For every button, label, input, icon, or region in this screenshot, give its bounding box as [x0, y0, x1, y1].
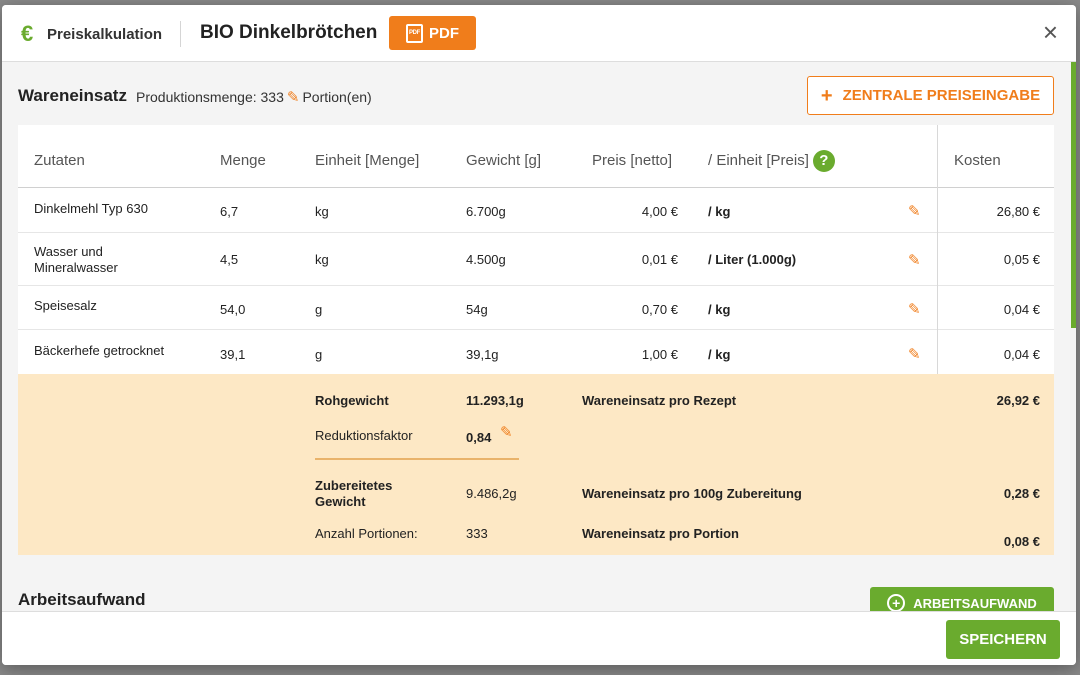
arbeitsaufwand-title: Arbeitsaufwand	[18, 590, 146, 609]
ingredients-table: Zutaten Menge Einheit [Menge] Gewicht [g…	[18, 125, 1054, 374]
add-arbeitsaufwand-button[interactable]: + ARBEITSAUFWAND	[870, 587, 1054, 611]
pdf-button-label: PDF	[429, 24, 459, 42]
col-header-preis: Preis [netto]	[592, 152, 673, 169]
col-header-zutaten: Zutaten	[34, 152, 85, 169]
zubereitet-value: 9.486,2g	[466, 486, 517, 501]
add-arbeitsaufwand-label: ARBEITSAUFWAND	[913, 595, 1037, 611]
we-portion-value: 0,08 €	[1003, 534, 1040, 549]
col-header-gewicht: Gewicht [g]	[466, 152, 542, 169]
modal-body[interactable]: Wareneinsatz Produktionsmenge: 333 ✎ Por…	[2, 62, 1076, 611]
col-header-einheit-preis-label: / Einheit [Preis]	[708, 151, 809, 169]
ingredient-gewicht: 54g	[466, 302, 488, 317]
ingredient-menge: 39,1	[220, 347, 246, 362]
ingredient-name: Bäckerhefe getrocknet	[34, 343, 165, 358]
we-100g-label: Wareneinsatz pro 100g Zubereitung	[582, 486, 802, 501]
edit-pencil-icon[interactable]: ✎	[908, 300, 921, 318]
scrollbar-thumb[interactable]	[1071, 62, 1076, 328]
ingredient-einheit: g	[315, 302, 323, 317]
we-rezept-label: Wareneinsatz pro Rezept	[582, 393, 737, 408]
zubereitet-label: Zubereitetes Gewicht	[315, 478, 393, 509]
recipe-name: BIO Dinkelbrötchen	[200, 22, 378, 43]
ingredient-einheit-preis: / kg	[708, 302, 731, 317]
ingredient-einheit-preis: / Liter (1.000g)	[708, 252, 797, 267]
ingredient-name: Wasser und Mineralwasser	[34, 244, 118, 275]
we-rezept-value: 26,92 €	[996, 393, 1040, 408]
col-header-einheit-preis: / Einheit [Preis]?	[708, 150, 835, 172]
we-100g-value: 0,28 €	[1003, 486, 1040, 501]
portionen-value: 333	[466, 526, 488, 541]
ingredient-kosten: 0,04 €	[1003, 302, 1040, 317]
ingredient-gewicht: 6.700g	[466, 204, 506, 219]
help-icon[interactable]: ?	[812, 150, 835, 172]
ingredient-menge: 54,0	[220, 302, 246, 317]
pdf-file-icon: PDF	[406, 23, 423, 43]
edit-pencil-icon[interactable]: ✎	[500, 425, 513, 440]
ingredient-name: Dinkelmehl Typ 630	[34, 201, 148, 216]
plus-circle-icon: +	[887, 594, 906, 611]
central-price-entry-label: ZENTRALE PREISEINGABE	[842, 87, 1041, 104]
price-calculation-modal: € Preiskalkulation BIO Dinkelbrötchen PD…	[2, 5, 1076, 665]
ingredient-preis: 1,00 €	[641, 347, 678, 362]
ingredient-name: Speisesalz	[34, 298, 97, 313]
ingredient-gewicht: 39,1g	[466, 347, 499, 362]
ingredient-menge: 6,7	[220, 204, 239, 219]
reduktion-value: 0,84	[466, 430, 492, 445]
ingredient-preis: 0,01 €	[641, 252, 678, 267]
plus-icon: +	[820, 84, 833, 107]
ingredient-gewicht: 4.500g	[466, 252, 506, 267]
edit-pencil-icon[interactable]: ✎	[287, 90, 300, 105]
col-header-menge: Menge	[220, 152, 266, 169]
pdf-button[interactable]: PDF PDF	[389, 16, 476, 50]
modal-footer: SPEICHERN	[2, 611, 1076, 665]
modal-header: € Preiskalkulation BIO Dinkelbrötchen PD…	[2, 5, 1076, 62]
production-unit: Portion(en)	[302, 89, 372, 105]
ingredient-kosten: 26,80 €	[996, 204, 1040, 219]
reduktion-label: Reduktionsfaktor	[315, 428, 413, 443]
ingredient-einheit: kg	[315, 252, 329, 267]
central-price-entry-button[interactable]: + ZENTRALE PREISEINGABE	[807, 76, 1054, 115]
wareneinsatz-title: Wareneinsatz	[18, 86, 127, 105]
ingredient-einheit-preis: / kg	[708, 204, 731, 219]
production-quantity: Produktionsmenge: 333 ✎ Portion(en)	[136, 89, 372, 105]
we-portion-label: Wareneinsatz pro Portion	[582, 526, 739, 541]
col-header-einheit: Einheit [Menge]	[315, 152, 420, 169]
ingredient-kosten: 0,04 €	[1003, 347, 1040, 362]
edit-pencil-icon[interactable]: ✎	[908, 202, 921, 220]
ingredient-einheit: kg	[315, 204, 329, 219]
euro-icon: €	[21, 21, 34, 46]
ingredient-einheit: g	[315, 347, 323, 362]
edit-pencil-icon[interactable]: ✎	[908, 251, 921, 269]
col-header-kosten: Kosten	[954, 152, 1001, 169]
header-divider	[180, 21, 181, 47]
table-row: Wasser und Mineralwasser 4,5 kg 4.500g 0…	[18, 233, 1054, 286]
save-button[interactable]: SPEICHERN	[946, 620, 1060, 659]
table-row: Dinkelmehl Typ 630 6,7 kg 6.700g 4,00 € …	[18, 188, 1054, 233]
rohgewicht-value: 11.293,1g	[466, 393, 524, 408]
ingredient-preis: 4,00 €	[641, 204, 678, 219]
summary-panel: Rohgewicht 11.293,1g Wareneinsatz pro Re…	[18, 374, 1054, 555]
ingredient-kosten: 0,05 €	[1003, 252, 1040, 267]
ingredient-menge: 4,5	[220, 252, 239, 267]
section-title: Preiskalkulation	[47, 26, 163, 43]
table-row: Speisesalz 54,0 g 54g 0,70 € / kg ✎ 0,04…	[18, 286, 1054, 330]
table-row: Bäckerhefe getrocknet 39,1 g 39,1g 1,00 …	[18, 330, 1054, 374]
summary-divider	[315, 458, 519, 460]
production-quantity-label: Produktionsmenge: 333	[136, 89, 284, 105]
portionen-label: Anzahl Portionen:	[315, 526, 418, 541]
ingredient-einheit-preis: / kg	[708, 347, 731, 362]
ingredient-preis: 0,70 €	[641, 302, 678, 317]
close-icon[interactable]: ×	[1043, 17, 1058, 47]
rohgewicht-label: Rohgewicht	[315, 393, 389, 408]
kosten-column-divider	[937, 125, 938, 374]
edit-pencil-icon[interactable]: ✎	[908, 345, 921, 363]
